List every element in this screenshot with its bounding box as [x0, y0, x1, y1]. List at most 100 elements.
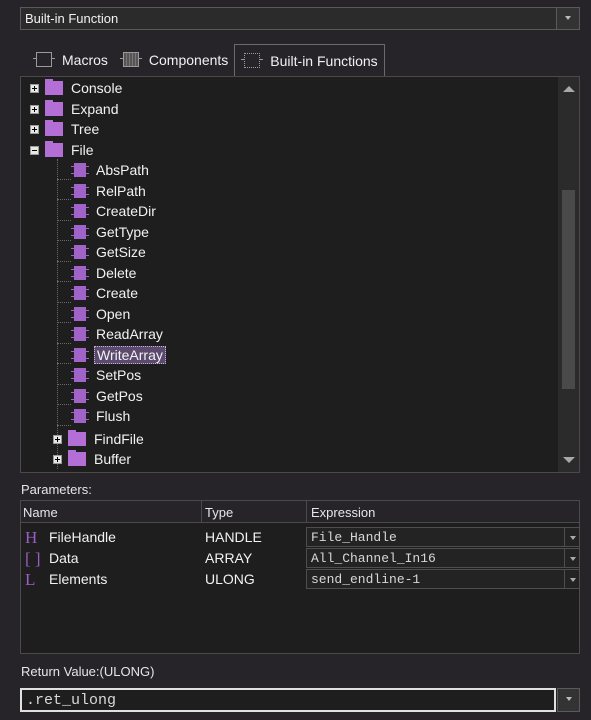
tree-folder-buffer[interactable]: Buffer [53, 449, 133, 469]
function-type-dropdown-button[interactable] [556, 8, 579, 29]
function-icon [71, 184, 89, 198]
tree-folder-file[interactable]: File [30, 140, 96, 160]
tree-function-gettype[interactable]: GetType [71, 222, 151, 242]
param-expression-select[interactable]: File_Handle [306, 527, 580, 547]
function-icon [71, 409, 89, 423]
expand-icon[interactable] [30, 124, 39, 134]
folder-icon [45, 120, 63, 136]
tree-function-writearray[interactable]: WriteArray [71, 345, 166, 365]
expand-icon[interactable] [30, 83, 39, 93]
folder-icon [45, 141, 63, 157]
macro-icon [33, 51, 55, 69]
param-expression-select[interactable]: All_Channel_In16 [306, 548, 580, 568]
function-type-select[interactable]: Built-in Function [20, 7, 580, 30]
function-icon [71, 327, 89, 341]
param-expression-value: All_Channel_In16 [311, 551, 436, 566]
tree-function-label-selected: WriteArray [94, 346, 166, 364]
tree-connector [57, 384, 71, 385]
function-type-value: Built-in Function [25, 11, 119, 26]
tree-connector [57, 220, 71, 221]
tree-connector [57, 343, 71, 344]
tree-function-label: Flush [96, 408, 131, 424]
tree-folder-expand[interactable]: Expand [30, 99, 120, 119]
tree-function-getsize[interactable]: GetSize [71, 242, 148, 262]
tree-folder-tree[interactable]: Tree [30, 119, 101, 139]
folder-icon [45, 100, 63, 116]
tree-folder-label: Console [71, 80, 123, 96]
tree-function-label: GetPos [96, 388, 143, 404]
expand-icon[interactable] [30, 104, 39, 114]
collapse-icon[interactable] [30, 145, 39, 155]
tree-function-label: ReadArray [96, 326, 163, 342]
expand-icon[interactable] [53, 434, 62, 444]
chevron-down-icon [566, 697, 572, 701]
tree-connector [57, 240, 71, 241]
function-icon [71, 266, 89, 280]
function-icon [71, 245, 89, 259]
column-header-type: Type [205, 505, 234, 520]
return-value-input[interactable]: .ret_ulong [20, 688, 556, 712]
tree-function-label: GetType [96, 224, 149, 240]
tree-function-label: Open [96, 306, 131, 322]
tree-connector [57, 363, 71, 364]
tree-function-createdir[interactable]: CreateDir [71, 201, 158, 221]
table-row[interactable]: [ ] Data ARRAY All_Channel_In16 [21, 548, 580, 569]
source-tabs: Macros Components Built-in Functions [27, 44, 385, 76]
tree-function-flush[interactable]: Flush [71, 406, 132, 426]
folder-icon [68, 450, 86, 466]
function-icon [71, 389, 89, 403]
param-name: Data [49, 550, 79, 566]
tree-folder-label: Tree [71, 121, 100, 137]
function-icon [71, 204, 89, 218]
tree-connector [57, 199, 71, 200]
param-name: Elements [49, 571, 108, 587]
param-type: ULONG [205, 571, 255, 587]
tree-function-label: SetPos [96, 367, 142, 383]
tree-function-open[interactable]: Open [71, 304, 132, 324]
return-value-text: .ret_ulong [26, 692, 117, 709]
tree-function-readarray[interactable]: ReadArray [71, 324, 165, 344]
chevron-down-icon[interactable] [564, 528, 579, 546]
param-expression-select[interactable]: send_endline-1 [306, 569, 580, 589]
ulong-type-icon: L [25, 570, 36, 589]
chevron-down-icon[interactable] [564, 549, 579, 567]
tree-function-getpos[interactable]: GetPos [71, 386, 145, 406]
parameters-table: Name Type Expression H FileHandle HANDLE… [20, 500, 580, 654]
tab-macros-label: Macros [62, 52, 108, 68]
component-icon [119, 51, 142, 69]
function-tree[interactable]: Console Expand Tree File AbsPath RelPath… [20, 76, 580, 473]
return-value-dropdown-button[interactable] [557, 688, 580, 712]
tree-function-relpath[interactable]: RelPath [71, 181, 148, 201]
array-type-icon: [ ] [25, 549, 41, 568]
tree-connector [57, 322, 71, 323]
chevron-down-icon[interactable] [564, 570, 579, 588]
scroll-up-icon[interactable] [563, 86, 575, 92]
tab-macros[interactable]: Macros [27, 44, 114, 76]
parameters-label: Parameters: [21, 482, 92, 497]
tree-connector [57, 425, 71, 426]
tab-components[interactable]: Components [114, 44, 234, 76]
folder-icon [45, 79, 63, 95]
tab-components-label: Components [148, 52, 229, 68]
expand-icon[interactable] [53, 454, 62, 464]
tab-builtin-functions[interactable]: Built-in Functions [234, 44, 385, 76]
tree-function-create[interactable]: Create [71, 283, 140, 303]
scroll-down-icon[interactable] [563, 457, 575, 463]
tree-function-setpos[interactable]: SetPos [71, 365, 143, 385]
table-row[interactable]: L Elements ULONG send_endline-1 [21, 569, 580, 590]
function-icon [71, 348, 89, 362]
tree-folder-label: File [71, 142, 94, 158]
tree-folder-findfile[interactable]: FindFile [53, 429, 146, 449]
table-row[interactable]: H FileHandle HANDLE File_Handle [21, 527, 580, 548]
tree-connector [57, 179, 71, 180]
tree-function-abspath[interactable]: AbsPath [71, 160, 151, 180]
tree-scrollbar[interactable] [558, 77, 579, 472]
scrollbar-thumb[interactable] [562, 190, 575, 389]
tree-function-delete[interactable]: Delete [71, 263, 138, 283]
param-expression-value: send_endline-1 [311, 572, 421, 587]
folder-icon [68, 430, 86, 446]
tree-connector [57, 302, 71, 303]
chevron-down-icon [565, 16, 571, 20]
tree-folder-console[interactable]: Console [30, 78, 124, 98]
tree-connector [57, 281, 71, 282]
